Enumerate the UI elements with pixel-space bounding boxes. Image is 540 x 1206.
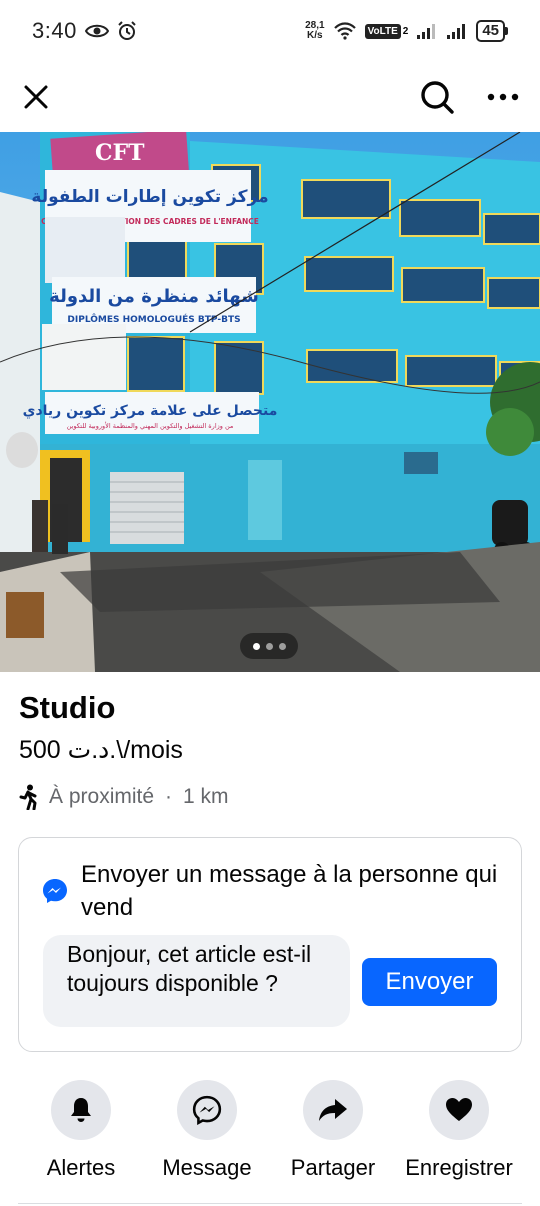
volte-badge: VoLTE xyxy=(364,23,401,39)
svg-text:DIPLÔMES HOMOLOGUÉS BTP-BTS: DIPLÔMES HOMOLOGUÉS BTP-BTS xyxy=(67,313,240,325)
save-icon-circle[interactable] xyxy=(429,1080,489,1140)
listing-price: 500 د.ت.\/mois xyxy=(19,736,183,764)
search-icon xyxy=(421,81,454,114)
message-icon-circle[interactable] xyxy=(177,1080,237,1140)
status-bar: 3:40 28,1 K/s VoLTE 2 45 xyxy=(0,0,540,62)
building-illustration: CFT مركز تكوين إطارات الطفولة CENTRE DE … xyxy=(0,132,540,672)
more-icon xyxy=(487,93,519,101)
share-icon xyxy=(319,1099,347,1121)
message-card-heading: Envoyer un message à la personne qui ven… xyxy=(81,861,498,921)
svg-text:متحصل على علامة مركز تكوين ريا: متحصل على علامة مركز تكوين ريادي xyxy=(23,403,278,420)
message-seller-card: Envoyer un message à la personne qui ven… xyxy=(18,837,522,1052)
signal-icon-1 xyxy=(417,24,436,39)
battery-level: 45 xyxy=(476,20,505,42)
svg-text:مركز تكوين إطارات الطفولة: مركز تكوين إطارات الطفولة xyxy=(31,187,268,207)
distance-value: 1 km xyxy=(183,785,229,808)
heart-icon xyxy=(446,1098,472,1121)
alerts-button[interactable]: Alertes xyxy=(11,1080,151,1181)
close-icon xyxy=(24,85,48,109)
message-card-header: Envoyer un message à la personne qui ven… xyxy=(41,858,511,924)
listing-distance: À proximité · 1 km xyxy=(18,784,229,810)
status-right: 28,1 K/s VoLTE 2 45 xyxy=(305,20,508,42)
carousel-dot-3[interactable] xyxy=(278,642,286,650)
share-label: Partager xyxy=(290,1155,376,1180)
status-time: 3:40 xyxy=(32,18,77,43)
battery-tip xyxy=(505,27,508,35)
signal-icon-2 xyxy=(447,24,466,39)
save-button[interactable]: Enregistrer xyxy=(389,1080,529,1181)
carousel-indicator[interactable] xyxy=(240,633,298,659)
messenger-icon xyxy=(43,879,67,903)
message-button[interactable]: Message xyxy=(137,1080,277,1181)
share-button[interactable]: Partager xyxy=(263,1080,403,1181)
listing-photo[interactable]: CFT مركز تكوين إطارات الطفولة CENTRE DE … xyxy=(0,132,540,672)
carousel-dot-2[interactable] xyxy=(265,642,273,650)
volte-sim: 2 xyxy=(402,25,409,37)
listing-title: Studio xyxy=(19,690,116,725)
action-bar: Alertes Message Partager Enregistrer xyxy=(0,1080,540,1190)
battery-indicator: 45 xyxy=(476,20,508,42)
net-speed: 28,1 K/s xyxy=(305,21,324,41)
more-options-button[interactable] xyxy=(480,74,526,120)
send-message-button[interactable]: Envoyer xyxy=(362,958,497,1006)
sign-3: متحصل على علامة مركز تكوين ريادي من وزار… xyxy=(23,392,278,434)
search-button[interactable] xyxy=(414,74,460,120)
alarm-icon xyxy=(118,21,136,40)
wifi-icon xyxy=(333,22,356,40)
net-speed-unit: K/s xyxy=(307,30,323,41)
svg-text:من وزارة التشغيل والتكوين المه: من وزارة التشغيل والتكوين المهني والمنظم… xyxy=(67,421,234,430)
close-button[interactable] xyxy=(13,74,59,120)
top-nav xyxy=(0,62,540,132)
carousel-dot-1[interactable] xyxy=(252,642,260,650)
message-label: Message xyxy=(162,1155,252,1180)
messenger-icon xyxy=(192,1095,222,1125)
eye-icon xyxy=(84,24,109,38)
alerts-label: Alertes xyxy=(46,1155,116,1180)
bottom-divider xyxy=(18,1203,522,1204)
svg-text:CFT: CFT xyxy=(95,140,145,166)
walking-icon xyxy=(19,784,37,810)
message-input[interactable]: Bonjour, cet article est-il toujours dis… xyxy=(43,935,350,1027)
alerts-icon-circle[interactable] xyxy=(51,1080,111,1140)
status-left: 3:40 xyxy=(32,18,137,44)
distance-label: À proximité xyxy=(49,785,155,808)
save-label: Enregistrer xyxy=(405,1155,513,1180)
svg-text:شهائد منظرة من الدولة: شهائد منظرة من الدولة xyxy=(49,286,259,307)
bell-icon xyxy=(71,1098,91,1122)
share-icon-circle[interactable] xyxy=(303,1080,363,1140)
distance-separator: · xyxy=(165,785,173,808)
